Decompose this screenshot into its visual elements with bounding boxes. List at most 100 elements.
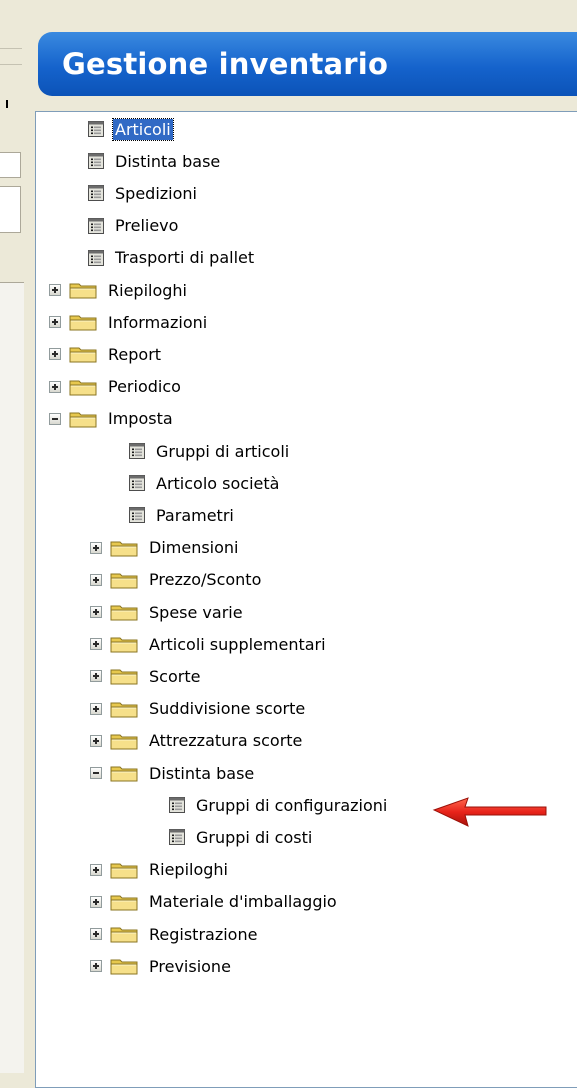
folder-icon (110, 541, 138, 557)
left-pane-lower (0, 282, 24, 1073)
form-document-icon (88, 217, 104, 234)
tree-item-node[interactable]: Spedizioni (87, 178, 199, 208)
expand-plus-icon[interactable] (49, 284, 61, 296)
folder-icon (69, 315, 97, 331)
expand-plus-icon[interactable] (90, 863, 102, 876)
form-document-icon (169, 829, 185, 846)
tree-folder-node[interactable]: Registrazione (90, 919, 259, 949)
tree-folder-node[interactable]: Informazioni (49, 307, 209, 337)
tree-folder-node[interactable]: Suddivisione scorte (90, 694, 307, 724)
tree-node-label: Prezzo/Sconto (149, 570, 262, 590)
expand-plus-icon[interactable] (90, 702, 102, 715)
folder-icon (69, 380, 97, 396)
toolbar-separator (0, 48, 22, 49)
tree-folder-node[interactable]: Distinta base (90, 758, 256, 788)
tree-item-node[interactable]: Gruppi di configurazioni (168, 790, 389, 820)
form-document-icon (88, 185, 104, 202)
folder-icon (110, 605, 138, 621)
tree-item-node[interactable]: Articoli (87, 114, 174, 144)
red-arrow-icon (432, 797, 547, 827)
expand-plus-icon[interactable] (90, 606, 102, 618)
tree-node-label: Materiale d'imballaggio (149, 892, 337, 912)
tree-folder-node[interactable]: Imposta (49, 404, 175, 434)
expand-plus-icon[interactable] (90, 670, 102, 683)
expand-plus-icon[interactable] (90, 734, 102, 747)
tree-node-label: Attrezzatura scorte (149, 731, 303, 751)
tree-folder-node[interactable]: Report (49, 339, 163, 369)
form-document-icon (88, 153, 104, 170)
folder-icon (110, 637, 138, 653)
form-document-icon (129, 507, 145, 524)
tree-node-label: Distinta base (149, 763, 255, 783)
tree-node-label: Parametri (156, 505, 234, 525)
folder-icon (110, 573, 138, 589)
folder-icon (110, 927, 138, 943)
tree-node-label: Riepiloghi (108, 280, 187, 300)
tree-item-node[interactable]: Distinta base (87, 146, 222, 176)
collapse-minus-icon[interactable] (49, 412, 61, 425)
navigation-tree-panel[interactable]: Articoli Distinta base Spedizioni Prelievo T… (35, 111, 577, 1088)
tree-item-node[interactable]: Gruppi di costi (168, 822, 314, 852)
expand-plus-icon[interactable] (90, 573, 102, 586)
tree-node-label: Informazioni (108, 312, 208, 332)
expand-plus-icon[interactable] (90, 928, 102, 940)
tree-folder-node[interactable]: Periodico (49, 372, 183, 402)
tree-folder-node[interactable]: Riepiloghi (49, 275, 189, 305)
tree-item-node[interactable]: Prelievo (87, 211, 180, 241)
tree-folder-node[interactable]: Scorte (90, 661, 202, 691)
tree-node-label: Gruppi di configurazioni (196, 795, 388, 815)
tree-node-label: Riepiloghi (149, 860, 228, 880)
tree-item-node[interactable]: Parametri (128, 500, 236, 530)
left-pane-field (0, 186, 21, 233)
tree-node-label: Spese varie (149, 602, 243, 622)
tree-item-node[interactable]: Trasporti di pallet (87, 243, 256, 273)
tree-folder-node[interactable]: Attrezzatura scorte (90, 726, 304, 756)
expand-plus-icon[interactable] (49, 316, 61, 329)
expand-plus-icon[interactable] (90, 895, 102, 908)
tree-node-label: Scorte (149, 666, 201, 686)
tree-folder-node[interactable]: Articoli supplementari (90, 629, 328, 659)
tree-node-label: Articolo società (156, 473, 280, 493)
tree-folder-node[interactable]: Prezzo/Sconto (90, 565, 263, 595)
left-pane-field (0, 152, 21, 178)
folder-icon (110, 863, 138, 879)
tree-node-label: Distinta base (115, 151, 221, 171)
tree-folder-node[interactable]: Previsione (90, 951, 233, 981)
expand-plus-icon[interactable] (49, 348, 61, 361)
tree-node-label: Prelievo (115, 216, 179, 236)
tree-node-label: Gruppi di costi (196, 827, 313, 847)
tree-node-label: Articoli supplementari (149, 634, 326, 654)
folder-icon (110, 766, 138, 782)
expand-plus-icon[interactable] (90, 541, 102, 554)
tree-item-node[interactable]: Articolo società (128, 468, 281, 498)
tree-node-label: Registrazione (149, 924, 258, 944)
expand-plus-icon[interactable] (90, 638, 102, 651)
toolbar-separator (0, 64, 22, 65)
form-document-icon (129, 443, 145, 459)
tree-node-label: Dimensioni (149, 538, 239, 558)
collapse-minus-icon[interactable] (90, 767, 102, 779)
left-window-edge (0, 0, 24, 1073)
tree-folder-node[interactable]: Riepiloghi (90, 855, 230, 885)
folder-icon (69, 412, 97, 428)
form-document-icon (88, 249, 104, 266)
splitter-mark (6, 100, 8, 108)
folder-icon (110, 669, 138, 685)
tree-node-label: Imposta (108, 409, 173, 429)
tree-folder-node[interactable]: Materiale d'imballaggio (90, 887, 339, 917)
form-document-icon (129, 475, 145, 492)
tree-node-label: Periodico (108, 377, 181, 397)
folder-icon (69, 347, 97, 363)
folder-icon (110, 734, 138, 750)
expand-plus-icon[interactable] (49, 380, 61, 393)
folder-icon (110, 959, 138, 975)
form-document-icon (169, 797, 185, 814)
tree-folder-node[interactable]: Dimensioni (90, 533, 241, 563)
expand-plus-icon[interactable] (90, 960, 102, 973)
tree-folder-node[interactable]: Spese varie (90, 597, 245, 627)
tree-node-label: Suddivisione scorte (149, 699, 306, 719)
tree-node-label: Report (108, 344, 162, 364)
module-header: Gestione inventario (38, 32, 577, 96)
tree-item-node[interactable]: Gruppi di articoli (128, 436, 291, 466)
tree-node-label: Articoli (112, 117, 174, 141)
